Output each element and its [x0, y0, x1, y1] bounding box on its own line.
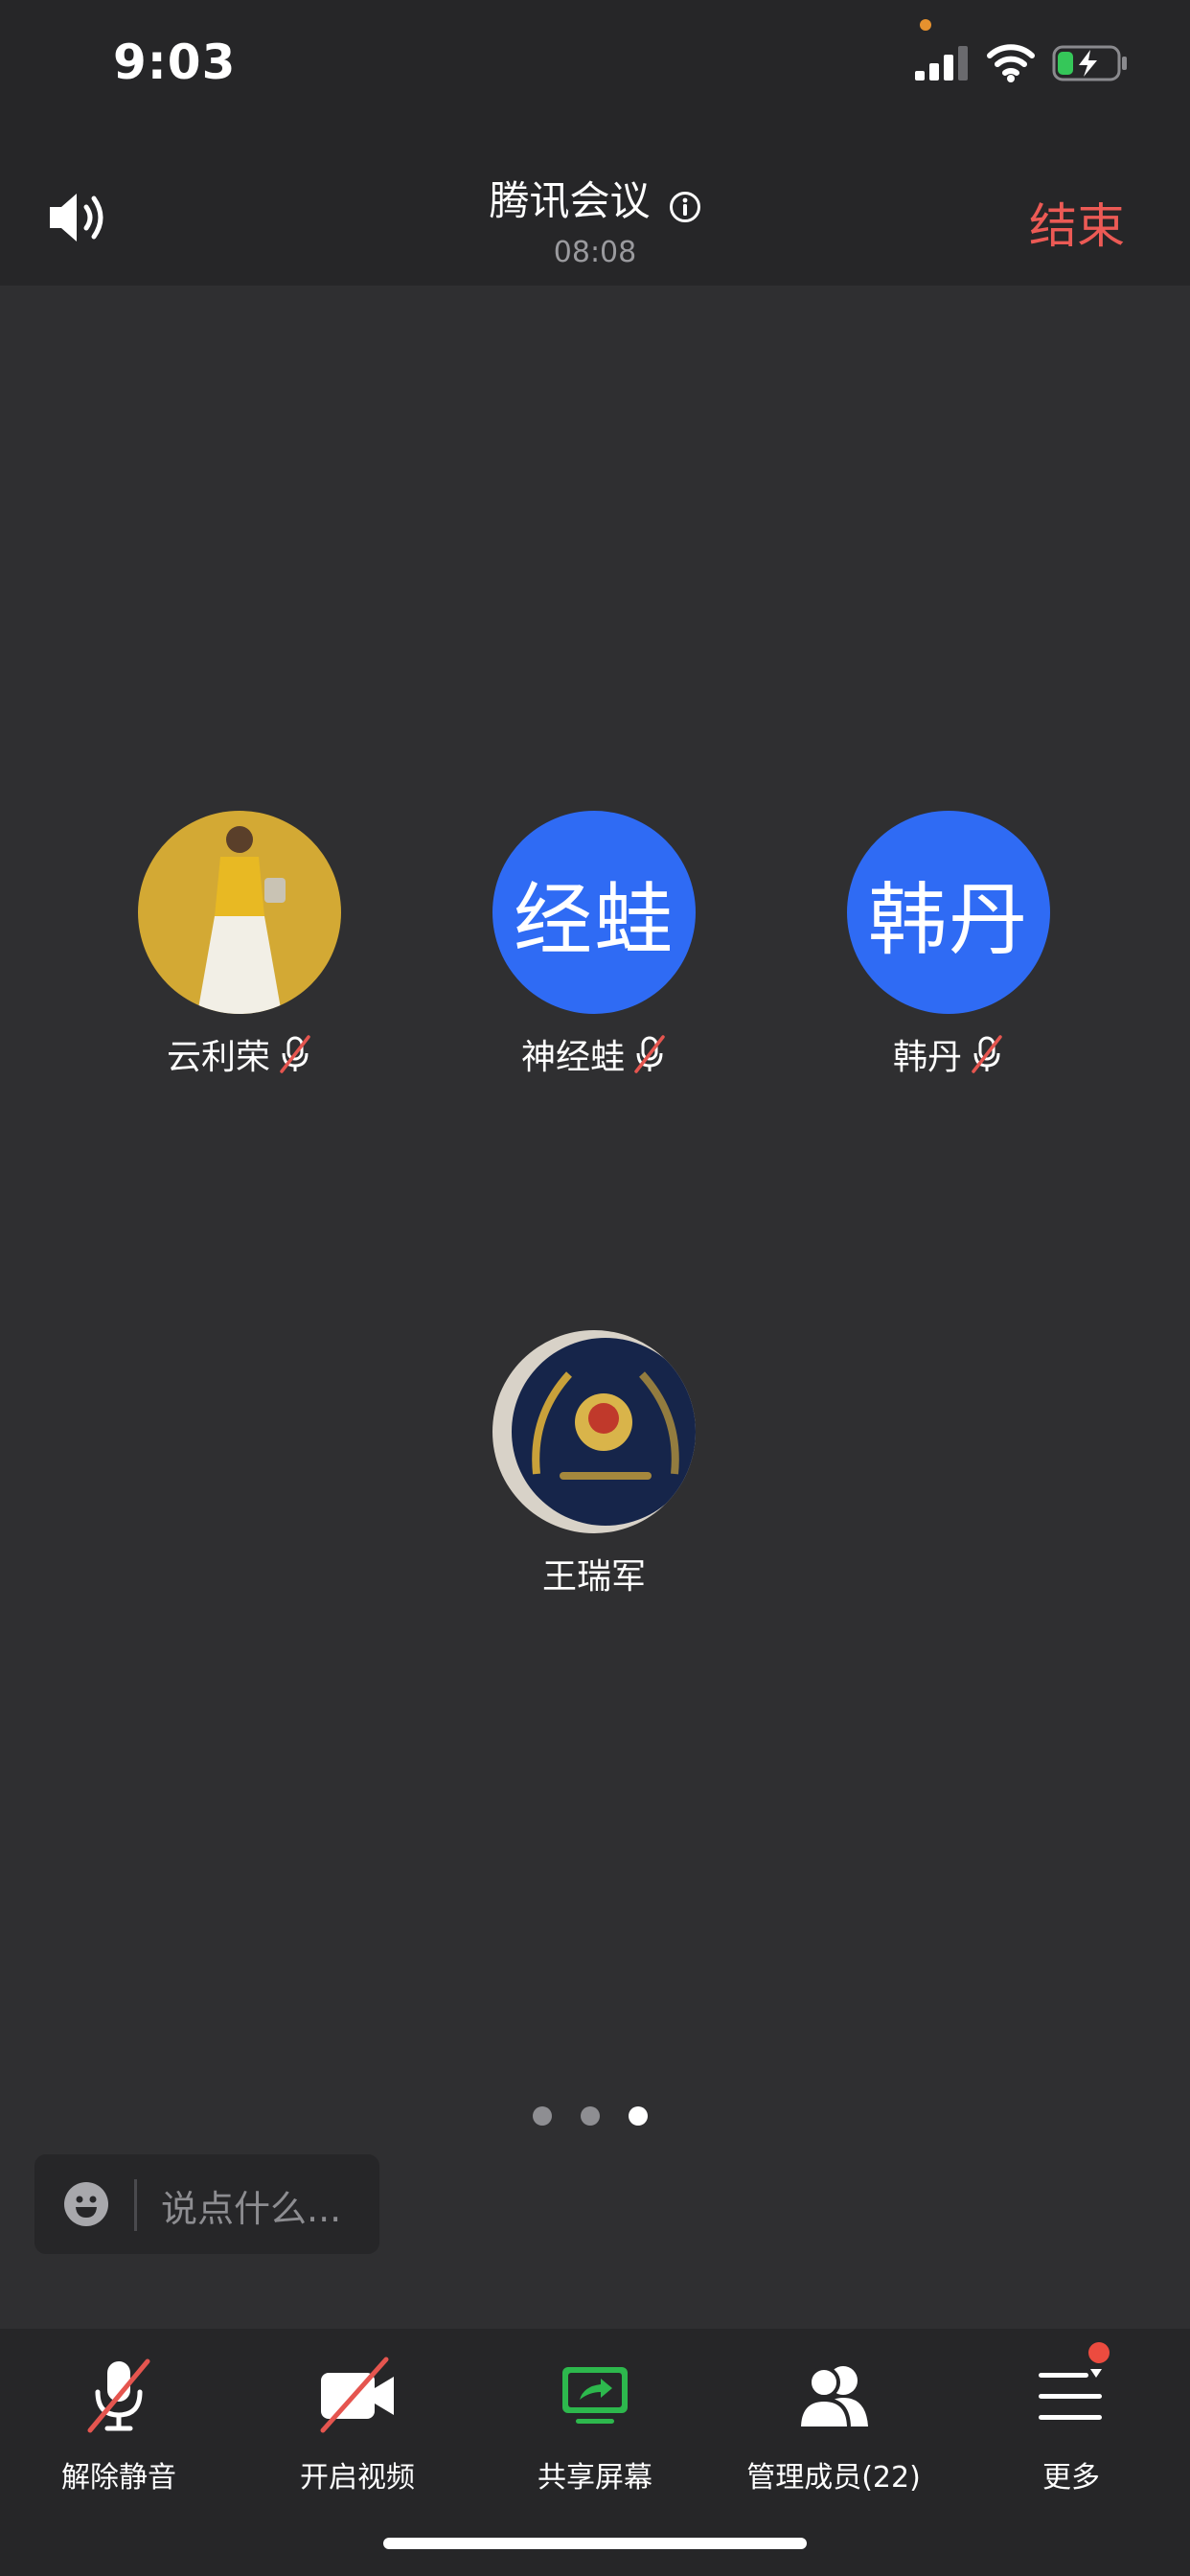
participant-name-row: 韩丹 — [805, 1029, 1092, 1079]
more-button[interactable]: 更多 — [956, 2352, 1186, 2496]
participant-name-row: 王瑞军 — [450, 1549, 738, 1598]
notification-badge — [1088, 2342, 1110, 2363]
mic-muted-icon — [280, 1035, 310, 1073]
manage-members-label: 管理成员(22) — [746, 2461, 921, 2495]
participant-tile[interactable]: 王瑞军 — [450, 1330, 738, 1598]
chat-input[interactable]: 说点什么... — [34, 2154, 379, 2254]
participant-name-row: 云利荣 — [96, 1029, 383, 1079]
share-screen-icon — [562, 2367, 628, 2424]
menu-icon — [1039, 2369, 1102, 2420]
cellular-signal-icon — [915, 46, 968, 80]
participant-name: 王瑞军 — [541, 1557, 646, 1597]
status-time: 9:03 — [113, 34, 237, 90]
video-off-icon — [320, 2357, 394, 2433]
status-bar: 9:03 — [0, 0, 1190, 134]
page-dot-2[interactable] — [581, 2106, 600, 2126]
page-indicator — [533, 2106, 648, 2126]
meeting-duration: 08:08 — [553, 236, 637, 269]
page-dot-1[interactable] — [533, 2106, 552, 2126]
participant-tile[interactable]: 云利荣 — [96, 811, 383, 1079]
meeting-title-row: 腾讯会议 — [0, 169, 1190, 227]
mic-muted-icon — [87, 2358, 150, 2433]
share-screen-button[interactable]: 共享屏幕 — [480, 2352, 710, 2496]
info-icon[interactable] — [669, 191, 701, 223]
avatar — [492, 1330, 696, 1533]
participant-name: 神经蛙 — [520, 1038, 625, 1077]
more-label: 更多 — [1042, 2461, 1100, 2495]
chat-divider — [134, 2179, 137, 2231]
mic-muted-icon — [634, 1035, 665, 1073]
members-icon — [796, 2366, 868, 2430]
wifi-icon — [987, 44, 1035, 82]
avatar-initials: 韩丹 — [867, 874, 1029, 966]
meeting-title: 腾讯会议 — [489, 177, 651, 224]
avatar-initials: 经蛙 — [513, 874, 675, 966]
avatar: 经蛙 — [492, 811, 696, 1014]
emoji-icon[interactable] — [63, 2181, 109, 2227]
participant-tile[interactable]: 经蛙 神经蛙 — [450, 811, 738, 1079]
meeting-header: 腾讯会议 08:08 结束 — [0, 134, 1190, 286]
share-screen-label: 共享屏幕 — [538, 2461, 652, 2495]
avatar: 韩丹 — [847, 811, 1050, 1014]
page-dot-3-active[interactable] — [629, 2106, 648, 2126]
avatar-photo-police-badge — [492, 1330, 696, 1533]
avatar — [138, 811, 341, 1014]
battery-charging-icon — [1052, 45, 1127, 81]
avatar-photo-yellow-dress — [138, 811, 341, 1014]
privacy-indicator-dot — [920, 19, 931, 31]
end-meeting-button[interactable]: 结束 — [1029, 188, 1125, 257]
participant-tile[interactable]: 韩丹 韩丹 — [805, 811, 1092, 1079]
unmute-button[interactable]: 解除静音 — [4, 2352, 234, 2496]
mic-muted-icon — [972, 1035, 1002, 1073]
manage-members-button[interactable]: 管理成员(22) — [719, 2352, 949, 2496]
chat-placeholder: 说点什么... — [161, 2188, 342, 2230]
start-video-button[interactable]: 开启视频 — [242, 2352, 472, 2496]
start-video-label: 开启视频 — [300, 2461, 415, 2495]
unmute-label: 解除静音 — [61, 2461, 176, 2495]
participant-name: 云利荣 — [166, 1038, 270, 1077]
participant-name: 韩丹 — [892, 1038, 962, 1077]
participant-name-row: 神经蛙 — [450, 1029, 738, 1079]
home-indicator[interactable] — [383, 2538, 807, 2549]
